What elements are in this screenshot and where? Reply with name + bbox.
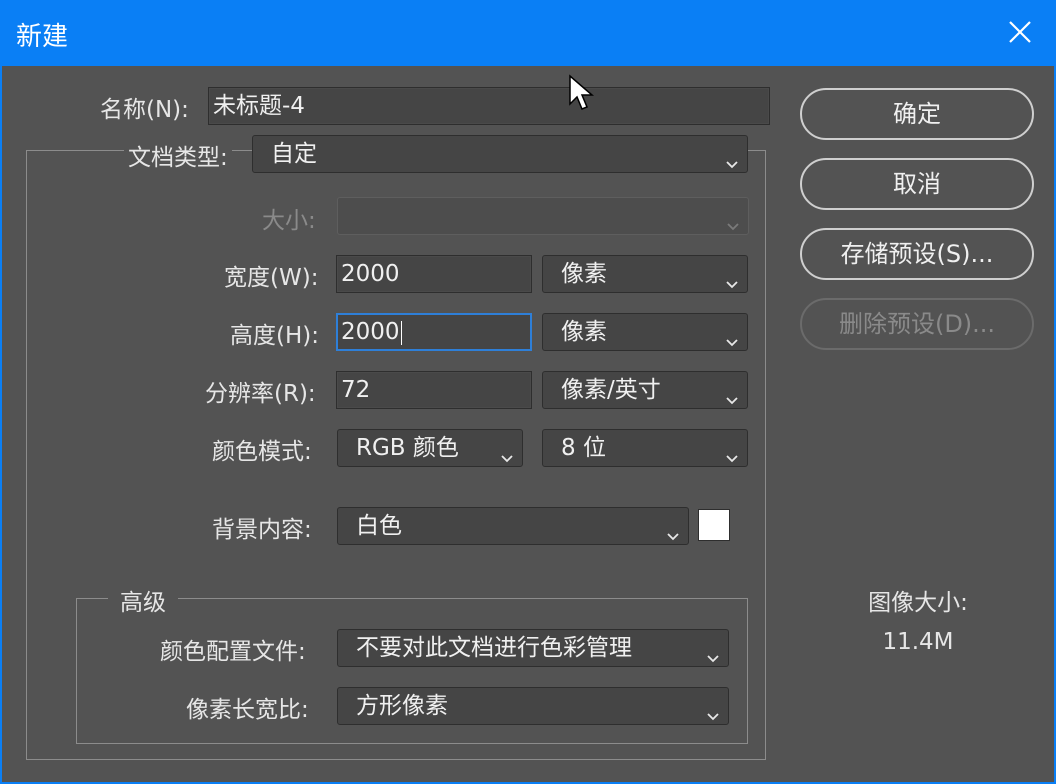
resolution-value: 72 [341, 377, 371, 403]
dialog-title: 新建 [16, 22, 69, 52]
close-icon[interactable] [1004, 16, 1036, 48]
image-size-value: 11.4M [882, 629, 954, 655]
resolution-unit-value: 像素/英寸 [561, 377, 661, 403]
text-caret [400, 320, 402, 345]
save-preset-button[interactable]: 存储预设(S)... [800, 228, 1034, 280]
doc-type-label: 文档类型: [124, 138, 232, 172]
cancel-button[interactable]: 取消 [800, 158, 1034, 210]
chevron-down-icon [725, 147, 739, 169]
background-value: 白色 [356, 513, 402, 539]
resolution-input[interactable]: 72 [336, 371, 532, 409]
height-input[interactable]: 2000 [336, 313, 532, 351]
size-select [337, 197, 749, 235]
doc-type-value: 自定 [271, 141, 317, 167]
color-profile-select[interactable]: 不要对此文档进行色彩管理 [337, 629, 729, 667]
color-profile-label: 颜色配置文件: [160, 639, 306, 665]
new-document-dialog: 新建 名称(N): 未标题-4 文档类型: 自定 大小: 宽度(W): 2000… [0, 0, 1056, 784]
name-input-value: 未标题-4 [213, 93, 305, 119]
height-label: 高度(H): [230, 323, 319, 349]
bit-depth-value: 8 位 [561, 435, 606, 461]
image-size-label: 图像大小: [868, 590, 968, 616]
chevron-down-icon [726, 209, 740, 231]
chevron-down-icon [725, 383, 739, 405]
advanced-group-title: 高级 [108, 583, 178, 617]
mouse-pointer-icon [568, 74, 596, 114]
pixel-aspect-value: 方形像素 [356, 693, 448, 719]
name-label: 名称(N): [100, 97, 189, 123]
height-value: 2000 [341, 319, 400, 345]
name-input[interactable]: 未标题-4 [208, 87, 770, 125]
size-label: 大小: [262, 208, 316, 234]
width-unit-value: 像素 [561, 261, 607, 287]
height-unit-select[interactable]: 像素 [542, 313, 748, 351]
ok-button[interactable]: 确定 [800, 88, 1034, 140]
title-bar[interactable]: 新建 [2, 2, 1054, 66]
background-color-swatch[interactable] [698, 509, 730, 541]
width-label: 宽度(W): [224, 265, 319, 291]
width-unit-select[interactable]: 像素 [542, 255, 748, 293]
resolution-label: 分辨率(R): [205, 381, 316, 407]
chevron-down-icon [706, 699, 720, 721]
chevron-down-icon [725, 441, 739, 463]
width-input[interactable]: 2000 [336, 255, 532, 293]
bit-depth-select[interactable]: 8 位 [542, 429, 748, 467]
background-select[interactable]: 白色 [337, 507, 689, 545]
pixel-aspect-select[interactable]: 方形像素 [337, 687, 729, 725]
background-label: 背景内容: [212, 517, 312, 543]
chevron-down-icon [725, 267, 739, 289]
color-mode-value: RGB 颜色 [356, 435, 459, 461]
height-unit-value: 像素 [561, 319, 607, 345]
chevron-down-icon [500, 441, 514, 463]
delete-preset-button: 删除预设(D)... [800, 298, 1034, 350]
color-mode-label: 颜色模式: [212, 439, 312, 465]
chevron-down-icon [725, 325, 739, 347]
resolution-unit-select[interactable]: 像素/英寸 [542, 371, 748, 409]
color-profile-value: 不要对此文档进行色彩管理 [356, 635, 632, 661]
pixel-aspect-label: 像素长宽比: [186, 697, 309, 723]
chevron-down-icon [706, 641, 720, 663]
color-mode-select[interactable]: RGB 颜色 [337, 429, 523, 467]
width-value: 2000 [341, 261, 400, 287]
chevron-down-icon [666, 519, 680, 541]
doc-type-select[interactable]: 自定 [252, 135, 748, 173]
